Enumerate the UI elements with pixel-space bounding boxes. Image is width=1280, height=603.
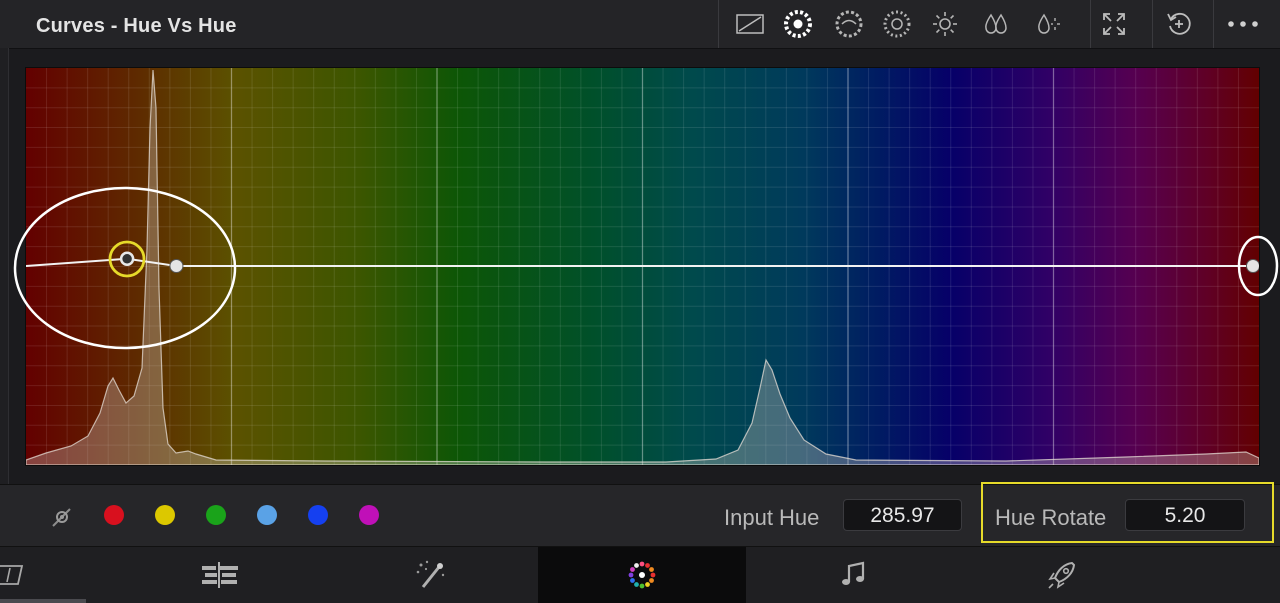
more-options-icon: [1228, 21, 1258, 27]
custom-curve-button[interactable]: [726, 0, 774, 48]
swatch-red[interactable]: [104, 505, 124, 525]
curve-controls-bar: Input Hue 285.97 Hue Rotate 5.20: [0, 484, 1280, 547]
input-hue-field[interactable]: 285.97: [843, 499, 962, 531]
swatch-cyan[interactable]: [257, 505, 277, 525]
hue-vs-sat-button[interactable]: [825, 0, 873, 48]
color-page-button[interactable]: [538, 547, 746, 603]
edit-page-icon: [202, 562, 238, 588]
custom-curve-icon: [736, 14, 764, 34]
hue-vs-hue-button[interactable]: [774, 0, 822, 48]
swatch-green[interactable]: [206, 505, 226, 525]
lum-vs-sat-button[interactable]: [921, 0, 969, 48]
fusion-page-icon: [416, 560, 445, 588]
sat-vs-lum-button[interactable]: [1023, 0, 1071, 48]
left-panel-edge: [0, 48, 9, 484]
reset-button[interactable]: [1155, 0, 1203, 48]
fusion-page-button[interactable]: [370, 547, 490, 603]
sat-vs-lum-icon: [1038, 13, 1060, 34]
hue-vs-sat-icon: [835, 10, 863, 38]
selected-control-point[interactable]: [119, 251, 135, 267]
curve-canvas[interactable]: [26, 68, 1259, 465]
curve-mode-toolbar: [718, 0, 1091, 48]
swatch-magenta[interactable]: [359, 505, 379, 525]
picker-icon: [52, 508, 71, 527]
curve-control-point[interactable]: [169, 259, 184, 273]
expand-icon: [1103, 13, 1125, 35]
hue-vs-lum-icon: [883, 10, 911, 38]
lum-vs-sat-icon: [933, 12, 957, 36]
sat-vs-sat-icon: [985, 13, 1007, 34]
expand-button[interactable]: [1090, 0, 1138, 48]
input-hue-label: Input Hue: [724, 505, 820, 530]
color-page-icon: [628, 561, 656, 589]
hue-rotate-field[interactable]: 5.20: [1125, 499, 1245, 531]
hue-vs-lum-button[interactable]: [873, 0, 921, 48]
hue-rotate-label: Hue Rotate: [995, 505, 1107, 530]
panel-title: Curves - Hue Vs Hue: [36, 15, 237, 37]
panel-header: Curves - Hue Vs Hue: [0, 0, 1280, 49]
swatch-yellow[interactable]: [155, 505, 175, 525]
color-picker-button[interactable]: [50, 505, 74, 529]
fairlight-page-icon: [842, 561, 865, 585]
fairlight-page-button[interactable]: [794, 547, 914, 603]
hue-vs-hue-curve-graph[interactable]: [25, 67, 1260, 466]
curve-control-point[interactable]: [1246, 259, 1260, 273]
page-navigation-bar: [0, 546, 1280, 603]
deliver-page-button[interactable]: [1002, 547, 1122, 603]
hue-vs-hue-icon: [784, 10, 812, 38]
cut-page-icon: [0, 565, 24, 585]
more-options-button[interactable]: [1219, 0, 1267, 48]
edit-page-button[interactable]: [160, 547, 280, 603]
deliver-page-icon: [1048, 561, 1076, 589]
sat-vs-sat-button[interactable]: [972, 0, 1020, 48]
page-scroll-indicator: [0, 599, 86, 603]
reset-icon: [1167, 12, 1191, 35]
cut-page-button[interactable]: [0, 547, 60, 603]
swatch-blue[interactable]: [308, 505, 328, 525]
